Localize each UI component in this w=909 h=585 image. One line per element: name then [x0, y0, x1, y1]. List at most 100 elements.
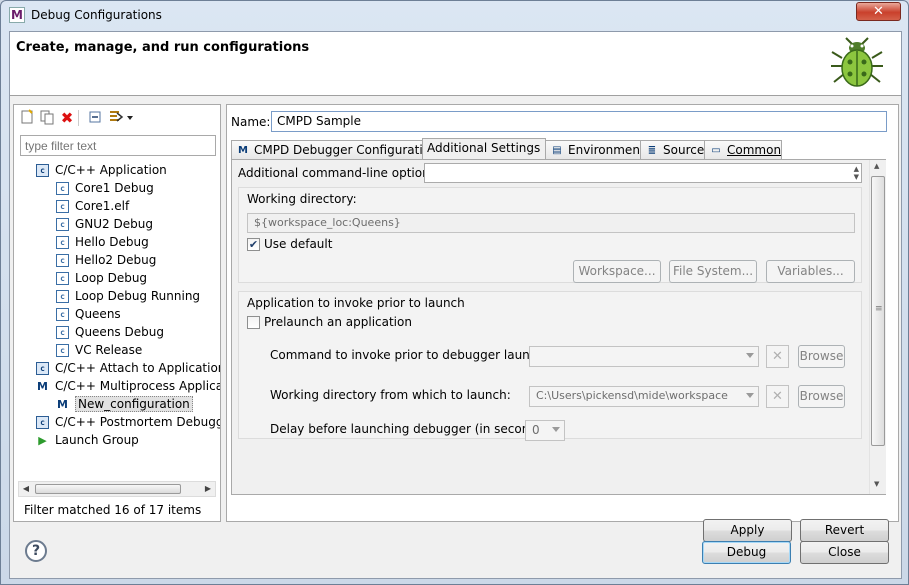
scroll-thumb[interactable]: ≡ — [871, 176, 885, 446]
chevron-down-icon — [552, 427, 560, 432]
close-button[interactable]: Close — [800, 541, 889, 564]
tree-item[interactable]: c VC Release — [56, 341, 142, 359]
tree-item[interactable]: c C/C++ Postmortem Debugg — [36, 413, 220, 431]
chevron-down-icon — [746, 393, 754, 398]
tree-item-label: C/C++ Application — [55, 163, 167, 177]
variables-button[interactable]: Variables... — [766, 260, 855, 283]
command-label: Command to invoke prior to debugger laun… — [270, 348, 549, 362]
scroll-up-icon[interactable]: ▲ — [874, 162, 879, 170]
c-application-icon: c — [56, 254, 69, 267]
scroll-left-icon[interactable]: ◀ — [19, 482, 33, 496]
tab-cmpd-debugger-configuration[interactable]: M CMPD Debugger Configuration — [231, 140, 438, 160]
clear-workdir-icon[interactable]: ✕ — [766, 385, 789, 408]
configuration-editor-pane: Name: CMPD Sample M CMPD Debugger Configu… — [226, 104, 899, 542]
tree-item[interactable]: c Loop Debug — [56, 269, 147, 287]
delete-configuration-icon[interactable]: ✖ — [58, 109, 76, 127]
c-application-icon: c — [56, 236, 69, 249]
configuration-list-pane: ✖ c C/C++ Application c Core1 Debug c Core1.e… — [13, 104, 221, 522]
command-combo[interactable] — [529, 346, 759, 367]
tree-item-label: C/C++ Postmortem Debugg — [55, 415, 220, 429]
tree-item-label: Loop Debug — [75, 271, 148, 285]
tab-source[interactable]: ≣ Source — [640, 140, 705, 160]
scroll-down-icon[interactable]: ▼ — [874, 480, 879, 488]
window-title: Debug Configurations — [31, 8, 162, 22]
tree-item[interactable]: c Loop Debug Running — [56, 287, 200, 305]
scroll-right-icon[interactable]: ▶ — [201, 482, 215, 496]
browse-workdir-button[interactable]: Browse — [798, 385, 845, 408]
tree-item-label: New_configuration — [75, 396, 193, 412]
tab-additional-settings[interactable]: Additional Settings — [422, 138, 546, 160]
filter-menu-icon[interactable] — [108, 109, 134, 127]
spin-arrows-icon[interactable]: ▲ ▼ — [854, 165, 859, 181]
delay-label: Delay before launching debugger (in seco… — [270, 422, 552, 436]
use-default-label: Use default — [264, 237, 333, 251]
tree-item[interactable]: M New_configuration — [56, 395, 193, 413]
workdir-combo[interactable]: C:\Users\pickensd\mide\workspace — [529, 386, 759, 407]
common-icon: ▭ — [711, 144, 721, 156]
tree-item-label: Launch Group — [55, 433, 139, 447]
tree-item[interactable]: c Hello2 Debug — [56, 251, 156, 269]
panel-vertical-scrollbar[interactable]: ▲ ≡ ▼ — [869, 160, 886, 494]
c-application-icon: c — [56, 182, 69, 195]
browse-command-button[interactable]: Browse — [798, 345, 845, 368]
scroll-thumb[interactable] — [35, 484, 181, 494]
revert-button[interactable]: Revert — [800, 519, 889, 542]
filter-input[interactable] — [20, 135, 216, 156]
prelaunch-label: Prelaunch an application — [264, 315, 412, 329]
tree-item-label: Hello2 Debug — [75, 253, 157, 267]
tree-item[interactable]: c C/C++ Attach to Application — [36, 359, 220, 377]
tree-horizontal-scrollbar[interactable]: ◀ ▶ — [18, 481, 216, 497]
tree-item[interactable]: M C/C++ Multiprocess Applicat — [36, 377, 220, 395]
working-directory-title: Working directory: — [247, 192, 357, 206]
tree-item[interactable]: c Hello Debug — [56, 233, 149, 251]
app-icon: M — [9, 7, 25, 23]
tab-common[interactable]: ▭ Common — [704, 140, 782, 160]
tree-item-label: GNU2 Debug — [75, 217, 153, 231]
file-system-button[interactable]: File System... — [669, 260, 757, 283]
multiprocess-icon: M — [37, 380, 48, 393]
tree-item[interactable]: c Queens — [56, 305, 121, 323]
configuration-tabs: M CMPD Debugger Configuration Additional … — [231, 138, 891, 160]
filter-status: Filter matched 16 of 17 items — [24, 503, 202, 517]
tree-item-label: Loop Debug Running — [75, 289, 201, 303]
c-application-icon: c — [56, 272, 69, 285]
tree-item-label: Core1 Debug — [75, 181, 154, 195]
name-field[interactable]: CMPD Sample — [271, 111, 887, 132]
tree-item[interactable]: c Core1 Debug — [56, 179, 154, 197]
debug-configurations-window: M Debug Configurations ✕ Create, manage,… — [0, 0, 909, 585]
additional-cmd-field[interactable]: ▲ ▼ — [424, 163, 862, 183]
bug-icon — [831, 37, 883, 87]
tree-item[interactable]: c Core1.elf — [56, 197, 129, 215]
delay-combo[interactable]: 0 — [525, 420, 565, 441]
environment-icon: ▤ — [552, 144, 562, 156]
tree-item[interactable]: c Queens Debug — [56, 323, 164, 341]
multiprocess-icon: M — [57, 398, 68, 411]
new-configuration-icon[interactable] — [18, 109, 36, 127]
tree-item-label: C/C++ Attach to Application — [55, 361, 220, 375]
prelaunch-checkbox[interactable] — [247, 316, 260, 329]
c-application-icon: c — [56, 326, 69, 339]
window-close-button[interactable]: ✕ — [856, 2, 901, 21]
working-directory-field[interactable]: ${workspace_loc:Queens} — [247, 213, 855, 233]
mide-icon: M — [238, 144, 248, 156]
tree-item[interactable]: ▶ Launch Group — [36, 431, 139, 449]
tree-item[interactable]: c C/C++ Application — [36, 161, 167, 179]
clear-command-icon[interactable]: ✕ — [766, 345, 789, 368]
collapse-all-icon[interactable] — [86, 109, 104, 127]
workspace-button[interactable]: Workspace... — [573, 260, 661, 283]
apply-button[interactable]: Apply — [703, 519, 792, 542]
use-default-checkbox[interactable]: ✔ — [247, 238, 260, 251]
chevron-down-icon — [746, 353, 754, 358]
toolbar-separator — [78, 110, 82, 126]
tree-item-label: Queens — [75, 307, 121, 321]
tree-item[interactable]: c GNU2 Debug — [56, 215, 153, 233]
c-application-icon: c — [36, 362, 49, 375]
duplicate-configuration-icon[interactable] — [38, 109, 56, 127]
dialog-client-area: Create, manage, and run configurations ✖… — [9, 31, 902, 579]
prelaunch-title: Application to invoke prior to launch — [247, 296, 465, 310]
debug-button[interactable]: Debug — [702, 541, 791, 564]
c-application-icon: c — [56, 290, 69, 303]
c-application-icon: c — [56, 200, 69, 213]
help-icon[interactable]: ? — [25, 540, 47, 562]
tab-environment[interactable]: ▤ Environment — [545, 140, 645, 160]
